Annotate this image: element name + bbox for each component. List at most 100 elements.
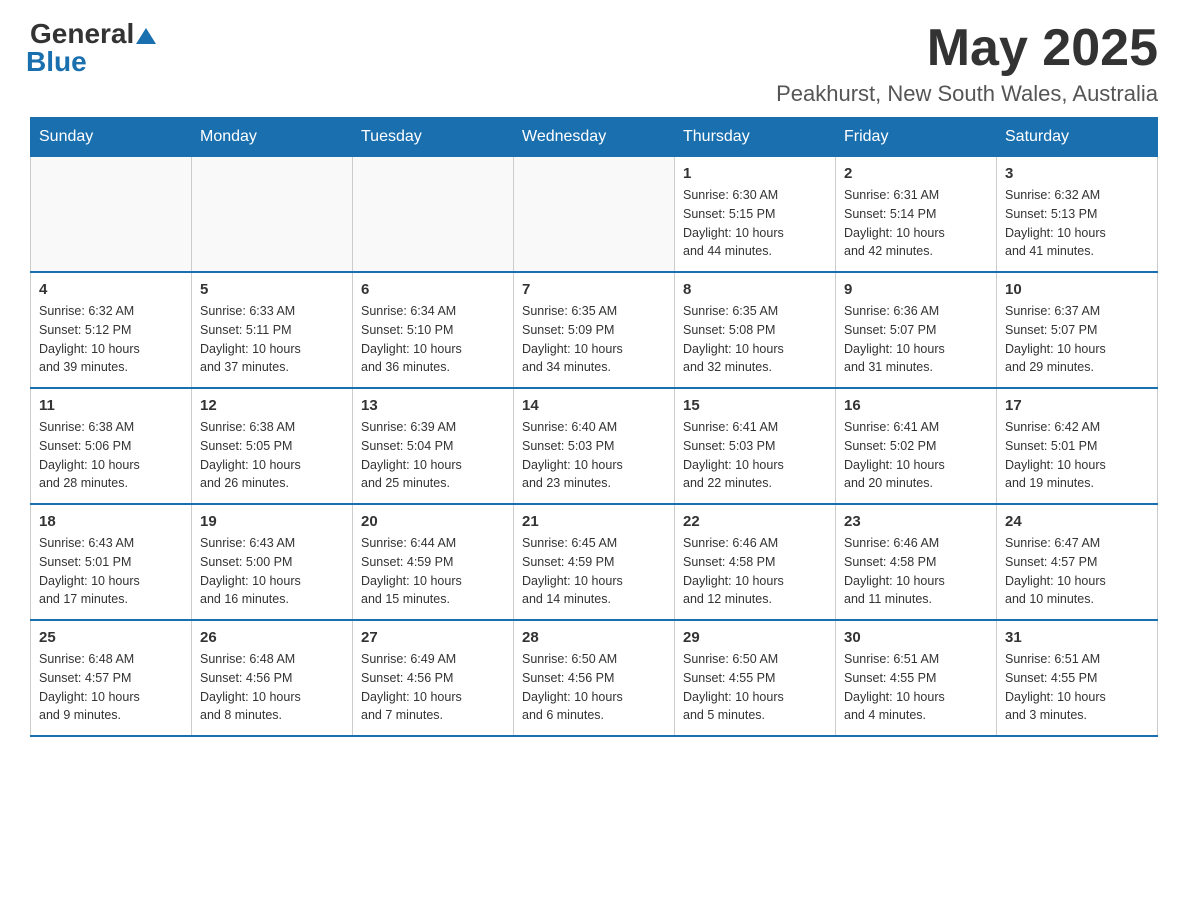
calendar-cell	[192, 157, 353, 273]
header-day-wednesday: Wednesday	[514, 118, 675, 157]
calendar-week-row: 11Sunrise: 6:38 AMSunset: 5:06 PMDayligh…	[31, 388, 1158, 504]
day-number: 30	[844, 629, 988, 646]
header-day-friday: Friday	[836, 118, 997, 157]
day-info: Sunrise: 6:32 AMSunset: 5:13 PMDaylight:…	[1005, 186, 1149, 261]
day-number: 7	[522, 281, 666, 298]
calendar-cell: 2 Sunrise: 6:31 AMSunset: 5:14 PMDaylight…	[836, 157, 997, 273]
calendar-cell: 18 Sunrise: 6:43 AMSunset: 5:01 PMDayligh…	[31, 504, 192, 620]
day-number: 13	[361, 397, 505, 414]
calendar-cell: 27 Sunrise: 6:49 AMSunset: 4:56 PMDayligh…	[353, 620, 514, 736]
calendar-cell: 30 Sunrise: 6:51 AMSunset: 4:55 PMDayligh…	[836, 620, 997, 736]
calendar-cell: 3 Sunrise: 6:32 AMSunset: 5:13 PMDaylight…	[997, 157, 1158, 273]
calendar-cell: 25 Sunrise: 6:48 AMSunset: 4:57 PMDayligh…	[31, 620, 192, 736]
day-number: 21	[522, 513, 666, 530]
day-number: 18	[39, 513, 183, 530]
day-info: Sunrise: 6:30 AMSunset: 5:15 PMDaylight:…	[683, 186, 827, 261]
day-info: Sunrise: 6:45 AMSunset: 4:59 PMDaylight:…	[522, 534, 666, 609]
day-info: Sunrise: 6:49 AMSunset: 4:56 PMDaylight:…	[361, 650, 505, 725]
calendar-cell: 14 Sunrise: 6:40 AMSunset: 5:03 PMDayligh…	[514, 388, 675, 504]
day-number: 6	[361, 281, 505, 298]
calendar-cell: 8 Sunrise: 6:35 AMSunset: 5:08 PMDaylight…	[675, 272, 836, 388]
calendar-cell: 16 Sunrise: 6:41 AMSunset: 5:02 PMDayligh…	[836, 388, 997, 504]
day-info: Sunrise: 6:48 AMSunset: 4:56 PMDaylight:…	[200, 650, 344, 725]
day-info: Sunrise: 6:50 AMSunset: 4:56 PMDaylight:…	[522, 650, 666, 725]
header-day-monday: Monday	[192, 118, 353, 157]
day-number: 2	[844, 165, 988, 182]
day-number: 1	[683, 165, 827, 182]
day-info: Sunrise: 6:38 AMSunset: 5:06 PMDaylight:…	[39, 418, 183, 493]
day-number: 3	[1005, 165, 1149, 182]
day-info: Sunrise: 6:43 AMSunset: 5:01 PMDaylight:…	[39, 534, 183, 609]
calendar-header-row: SundayMondayTuesdayWednesdayThursdayFrid…	[31, 118, 1158, 157]
title-block: May 2025 Peakhurst, New South Wales, Aus…	[776, 20, 1158, 107]
logo: General Blue	[30, 20, 156, 76]
day-number: 19	[200, 513, 344, 530]
day-number: 15	[683, 397, 827, 414]
day-info: Sunrise: 6:48 AMSunset: 4:57 PMDaylight:…	[39, 650, 183, 725]
day-number: 4	[39, 281, 183, 298]
day-number: 27	[361, 629, 505, 646]
day-number: 26	[200, 629, 344, 646]
calendar-cell: 1 Sunrise: 6:30 AMSunset: 5:15 PMDaylight…	[675, 157, 836, 273]
calendar-cell: 31 Sunrise: 6:51 AMSunset: 4:55 PMDayligh…	[997, 620, 1158, 736]
day-number: 5	[200, 281, 344, 298]
header-day-tuesday: Tuesday	[353, 118, 514, 157]
calendar-cell: 29 Sunrise: 6:50 AMSunset: 4:55 PMDayligh…	[675, 620, 836, 736]
day-info: Sunrise: 6:31 AMSunset: 5:14 PMDaylight:…	[844, 186, 988, 261]
header-day-saturday: Saturday	[997, 118, 1158, 157]
calendar-cell: 28 Sunrise: 6:50 AMSunset: 4:56 PMDayligh…	[514, 620, 675, 736]
calendar-cell: 9 Sunrise: 6:36 AMSunset: 5:07 PMDaylight…	[836, 272, 997, 388]
calendar-week-row: 25 Sunrise: 6:48 AMSunset: 4:57 PMDayligh…	[31, 620, 1158, 736]
calendar-cell: 21 Sunrise: 6:45 AMSunset: 4:59 PMDayligh…	[514, 504, 675, 620]
calendar-cell: 13Sunrise: 6:39 AMSunset: 5:04 PMDayligh…	[353, 388, 514, 504]
calendar-cell: 26 Sunrise: 6:48 AMSunset: 4:56 PMDayligh…	[192, 620, 353, 736]
day-info: Sunrise: 6:38 AMSunset: 5:05 PMDaylight:…	[200, 418, 344, 493]
day-info: Sunrise: 6:35 AMSunset: 5:08 PMDaylight:…	[683, 302, 827, 377]
calendar-week-row: 18 Sunrise: 6:43 AMSunset: 5:01 PMDayligh…	[31, 504, 1158, 620]
day-number: 24	[1005, 513, 1149, 530]
day-info: Sunrise: 6:46 AMSunset: 4:58 PMDaylight:…	[683, 534, 827, 609]
day-info: Sunrise: 6:34 AMSunset: 5:10 PMDaylight:…	[361, 302, 505, 377]
day-info: Sunrise: 6:44 AMSunset: 4:59 PMDaylight:…	[361, 534, 505, 609]
day-info: Sunrise: 6:51 AMSunset: 4:55 PMDaylight:…	[1005, 650, 1149, 725]
calendar-cell: 20 Sunrise: 6:44 AMSunset: 4:59 PMDayligh…	[353, 504, 514, 620]
day-number: 29	[683, 629, 827, 646]
day-number: 16	[844, 397, 988, 414]
calendar-cell: 12Sunrise: 6:38 AMSunset: 5:05 PMDayligh…	[192, 388, 353, 504]
day-info: Sunrise: 6:42 AMSunset: 5:01 PMDaylight:…	[1005, 418, 1149, 493]
day-number: 17	[1005, 397, 1149, 414]
day-number: 28	[522, 629, 666, 646]
calendar-cell: 22 Sunrise: 6:46 AMSunset: 4:58 PMDayligh…	[675, 504, 836, 620]
day-info: Sunrise: 6:50 AMSunset: 4:55 PMDaylight:…	[683, 650, 827, 725]
calendar-cell: 23 Sunrise: 6:46 AMSunset: 4:58 PMDayligh…	[836, 504, 997, 620]
day-info: Sunrise: 6:41 AMSunset: 5:02 PMDaylight:…	[844, 418, 988, 493]
header: General Blue May 2025 Peakhurst, New Sou…	[30, 20, 1158, 107]
day-number: 8	[683, 281, 827, 298]
day-info: Sunrise: 6:41 AMSunset: 5:03 PMDaylight:…	[683, 418, 827, 493]
day-number: 23	[844, 513, 988, 530]
calendar-week-row: 4 Sunrise: 6:32 AMSunset: 5:12 PMDaylight…	[31, 272, 1158, 388]
day-number: 14	[522, 397, 666, 414]
day-info: Sunrise: 6:33 AMSunset: 5:11 PMDaylight:…	[200, 302, 344, 377]
day-number: 20	[361, 513, 505, 530]
day-info: Sunrise: 6:37 AMSunset: 5:07 PMDaylight:…	[1005, 302, 1149, 377]
day-info: Sunrise: 6:36 AMSunset: 5:07 PMDaylight:…	[844, 302, 988, 377]
day-number: 9	[844, 281, 988, 298]
day-info: Sunrise: 6:43 AMSunset: 5:00 PMDaylight:…	[200, 534, 344, 609]
calendar-cell: 15 Sunrise: 6:41 AMSunset: 5:03 PMDayligh…	[675, 388, 836, 504]
calendar-cell: 6 Sunrise: 6:34 AMSunset: 5:10 PMDaylight…	[353, 272, 514, 388]
calendar-table: SundayMondayTuesdayWednesdayThursdayFrid…	[30, 117, 1158, 737]
day-number: 22	[683, 513, 827, 530]
calendar-cell: 24Sunrise: 6:47 AMSunset: 4:57 PMDayligh…	[997, 504, 1158, 620]
calendar-cell: 10Sunrise: 6:37 AMSunset: 5:07 PMDayligh…	[997, 272, 1158, 388]
calendar-cell	[31, 157, 192, 273]
day-info: Sunrise: 6:40 AMSunset: 5:03 PMDaylight:…	[522, 418, 666, 493]
day-info: Sunrise: 6:46 AMSunset: 4:58 PMDaylight:…	[844, 534, 988, 609]
day-info: Sunrise: 6:51 AMSunset: 4:55 PMDaylight:…	[844, 650, 988, 725]
day-number: 25	[39, 629, 183, 646]
calendar-cell	[514, 157, 675, 273]
day-number: 31	[1005, 629, 1149, 646]
calendar-cell: 5 Sunrise: 6:33 AMSunset: 5:11 PMDaylight…	[192, 272, 353, 388]
day-info: Sunrise: 6:32 AMSunset: 5:12 PMDaylight:…	[39, 302, 183, 377]
calendar-cell: 19 Sunrise: 6:43 AMSunset: 5:00 PMDayligh…	[192, 504, 353, 620]
